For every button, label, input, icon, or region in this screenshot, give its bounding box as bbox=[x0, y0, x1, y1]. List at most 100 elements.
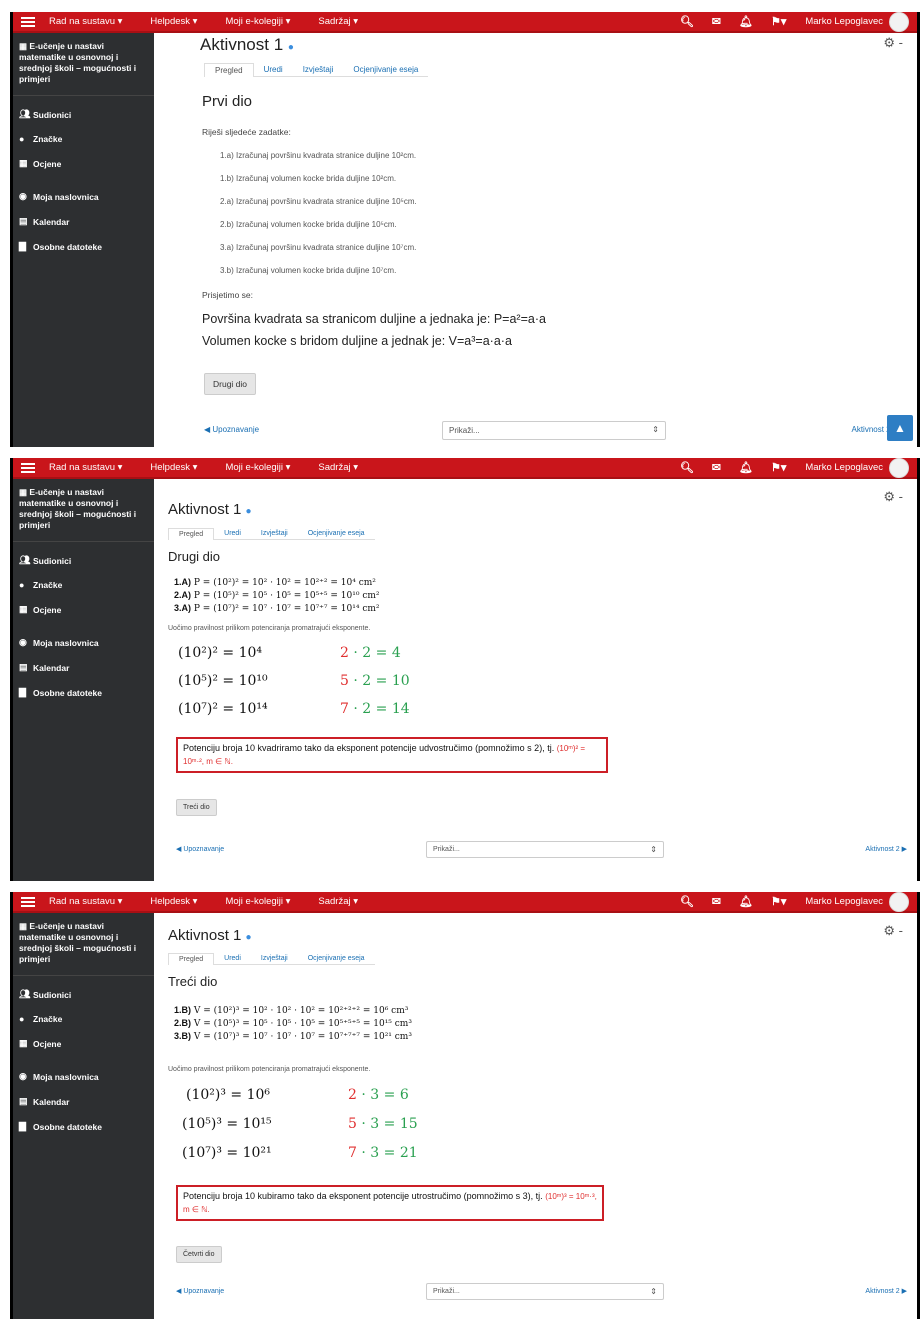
section-heading: Drugi dio bbox=[168, 549, 221, 564]
calendar-icon: ▤ bbox=[19, 1096, 28, 1106]
nav-sadrzaj[interactable]: Sadržaj ▾ bbox=[318, 16, 358, 27]
sidebar-item-grades[interactable]: ▦ Ocjene bbox=[13, 597, 154, 622]
tab-reports[interactable]: Izvještaji bbox=[250, 953, 298, 965]
sidebar-item-grades[interactable]: ▦ Ocjene bbox=[13, 151, 154, 176]
avatar[interactable] bbox=[889, 892, 909, 912]
jump-to-select[interactable]: Prikaži... ⇕ bbox=[442, 421, 666, 440]
sidebar-item-dashboard[interactable]: ◉ Moja naslovnica bbox=[13, 630, 154, 655]
power-equation: (10²)² = 10⁴ bbox=[178, 645, 263, 661]
nav-helpdesk[interactable]: Helpdesk ▾ bbox=[150, 462, 197, 473]
calendar-icon: ▤ bbox=[19, 216, 28, 226]
user-name[interactable]: Marko Lepoglavec bbox=[805, 896, 883, 907]
sidebar-item-badges[interactable]: ● Značke bbox=[13, 127, 154, 151]
next-part-button[interactable]: Treći dio bbox=[176, 799, 217, 816]
scroll-to-top-icon[interactable]: ▲ bbox=[887, 415, 913, 441]
activity-tabs: Pregled Uredi Izvještaji Ocjenjivanje es… bbox=[168, 953, 375, 965]
search-icon[interactable]: 🔍︎ bbox=[680, 15, 694, 28]
sidebar-item-badges[interactable]: ● Značke bbox=[13, 1007, 154, 1031]
prev-activity-link[interactable]: ◀ Upoznavanje bbox=[176, 1287, 224, 1295]
main-content: Aktivnost 1 ● ⚙ - Pregled Uredi Izvješta… bbox=[154, 33, 917, 447]
tab-edit[interactable]: Uredi bbox=[214, 953, 251, 965]
tab-reports[interactable]: Izvještaji bbox=[292, 63, 344, 77]
nav-moji-e-kolegiji[interactable]: Moji e-kolegiji ▾ bbox=[225, 16, 290, 27]
flag-icon[interactable]: ⚑▾ bbox=[771, 895, 786, 908]
user-name[interactable]: Marko Lepoglavec bbox=[805, 462, 883, 473]
hamburger-icon[interactable] bbox=[21, 16, 35, 27]
tab-edit[interactable]: Uredi bbox=[214, 528, 251, 540]
tab-essay-grading[interactable]: Ocjenjivanje eseja bbox=[297, 528, 375, 540]
jump-to-select[interactable]: Prikaži... ⇕ bbox=[426, 1283, 664, 1300]
flag-icon[interactable]: ⚑▾ bbox=[771, 15, 786, 28]
sidebar-item-files[interactable]: ▇ Osobne datoteke bbox=[13, 680, 154, 705]
sidebar-item-participants[interactable]: 👥︎ Sudionici bbox=[13, 548, 154, 573]
pattern-note: Uočimo pravilnost prilikom potenciranja … bbox=[168, 625, 371, 632]
sidebar-item-participants[interactable]: 👥︎ Sudionici bbox=[13, 102, 154, 127]
tab-essay-grading[interactable]: Ocjenjivanje eseja bbox=[297, 953, 375, 965]
tab-overview[interactable]: Pregled bbox=[168, 528, 215, 540]
sidebar-item-files[interactable]: ▇ Osobne datoteke bbox=[13, 234, 154, 259]
sidebar: ▦ E-učenje u nastavi matematike u osnovn… bbox=[13, 479, 154, 881]
nav-sadrzaj[interactable]: Sadržaj ▾ bbox=[318, 896, 358, 907]
tab-overview[interactable]: Pregled bbox=[168, 953, 215, 965]
tab-essay-grading[interactable]: Ocjenjivanje eseja bbox=[343, 63, 429, 77]
next-part-button[interactable]: Drugi dio bbox=[204, 373, 257, 395]
power-equation: (10²)³ = 10⁶ bbox=[186, 1087, 271, 1103]
sidebar-item-files[interactable]: ▇ Osobne datoteke bbox=[13, 1114, 154, 1139]
power-equation: (10⁷)² = 10¹⁴ bbox=[178, 701, 268, 717]
sidebar-item-calendar[interactable]: ▤ Kalendar bbox=[13, 209, 154, 234]
gear-icon[interactable]: ⚙ - bbox=[883, 923, 903, 939]
tab-overview[interactable]: Pregled bbox=[204, 63, 254, 77]
search-icon[interactable]: 🔍︎ bbox=[680, 461, 694, 474]
top-navbar: Rad na sustavu ▾ Helpdesk ▾ Moji e-koleg… bbox=[13, 12, 917, 33]
messages-icon[interactable]: ✉ bbox=[712, 461, 721, 474]
nav-rad-na-sustavu[interactable]: Rad na sustavu ▾ bbox=[49, 16, 122, 27]
sidebar-item-participants[interactable]: 👥︎ Sudionici bbox=[13, 982, 154, 1007]
search-icon[interactable]: 🔍︎ bbox=[680, 895, 694, 908]
next-activity-link[interactable]: Aktivnost 2 ▶ bbox=[865, 845, 907, 853]
nav-moji-e-kolegiji[interactable]: Moji e-kolegiji ▾ bbox=[225, 462, 290, 473]
nav-moji-e-kolegiji[interactable]: Moji e-kolegiji ▾ bbox=[225, 896, 290, 907]
remember-label: Prisjetimo se: bbox=[202, 290, 254, 300]
users-icon: 👥︎ bbox=[19, 109, 31, 119]
notifications-icon[interactable]: 🔔︎ bbox=[739, 895, 753, 908]
nav-rad-na-sustavu[interactable]: Rad na sustavu ▾ bbox=[49, 896, 122, 907]
page-title: Aktivnost 1 ● bbox=[200, 35, 294, 54]
gear-icon[interactable]: ⚙ - bbox=[883, 35, 903, 51]
tab-reports[interactable]: Izvještaji bbox=[250, 528, 298, 540]
calendar-icon: ▤ bbox=[19, 662, 28, 672]
nav-sadrzaj[interactable]: Sadržaj ▾ bbox=[318, 462, 358, 473]
gear-icon[interactable]: ⚙ - bbox=[883, 489, 903, 505]
sidebar-item-dashboard[interactable]: ◉ Moja naslovnica bbox=[13, 184, 154, 209]
sidebar-course-link[interactable]: ▦ E-učenje u nastavi matematike u osnovn… bbox=[13, 487, 154, 542]
messages-icon[interactable]: ✉ bbox=[712, 15, 721, 28]
tab-edit[interactable]: Uredi bbox=[253, 63, 293, 77]
flag-icon[interactable]: ⚑▾ bbox=[771, 461, 786, 474]
messages-icon[interactable]: ✉ bbox=[712, 895, 721, 908]
sidebar-item-calendar[interactable]: ▤ Kalendar bbox=[13, 655, 154, 680]
sidebar-item-badges[interactable]: ● Značke bbox=[13, 573, 154, 597]
avatar[interactable] bbox=[889, 12, 909, 32]
equation-row: 2.A) P = (10⁵)² = 10⁵ · 10⁵ = 10⁵⁺⁵ = 10… bbox=[174, 590, 380, 601]
next-activity-link[interactable]: Aktivnost 2 ▶ bbox=[865, 1287, 907, 1295]
hamburger-icon[interactable] bbox=[21, 896, 35, 907]
prev-activity-link[interactable]: ◀ Upoznavanje bbox=[204, 425, 259, 434]
prev-activity-link[interactable]: ◀ Upoznavanje bbox=[176, 845, 224, 853]
table-icon: ▦ bbox=[19, 158, 28, 168]
square-area-formula: Površina kvadrata sa stranicom duljine a… bbox=[202, 312, 546, 326]
sidebar-item-dashboard[interactable]: ◉ Moja naslovnica bbox=[13, 1064, 154, 1089]
jump-to-select[interactable]: Prikaži... ⇕ bbox=[426, 841, 664, 858]
user-name[interactable]: Marko Lepoglavec bbox=[805, 16, 883, 27]
nav-helpdesk[interactable]: Helpdesk ▾ bbox=[150, 16, 197, 27]
avatar[interactable] bbox=[889, 458, 909, 478]
sidebar-item-calendar[interactable]: ▤ Kalendar bbox=[13, 1089, 154, 1114]
sidebar-item-grades[interactable]: ▦ Ocjene bbox=[13, 1031, 154, 1056]
sidebar-course-link[interactable]: ▦ E-učenje u nastavi matematike u osnovn… bbox=[13, 41, 154, 96]
nav-helpdesk[interactable]: Helpdesk ▾ bbox=[150, 896, 197, 907]
page-title: Aktivnost 1 ● bbox=[168, 501, 252, 518]
notifications-icon[interactable]: 🔔︎ bbox=[739, 461, 753, 474]
next-part-button[interactable]: Četvrti dio bbox=[176, 1246, 222, 1263]
sidebar-course-link[interactable]: ▦ E-učenje u nastavi matematike u osnovn… bbox=[13, 921, 154, 976]
nav-rad-na-sustavu[interactable]: Rad na sustavu ▾ bbox=[49, 462, 122, 473]
hamburger-icon[interactable] bbox=[21, 462, 35, 473]
notifications-icon[interactable]: 🔔︎ bbox=[739, 15, 753, 28]
